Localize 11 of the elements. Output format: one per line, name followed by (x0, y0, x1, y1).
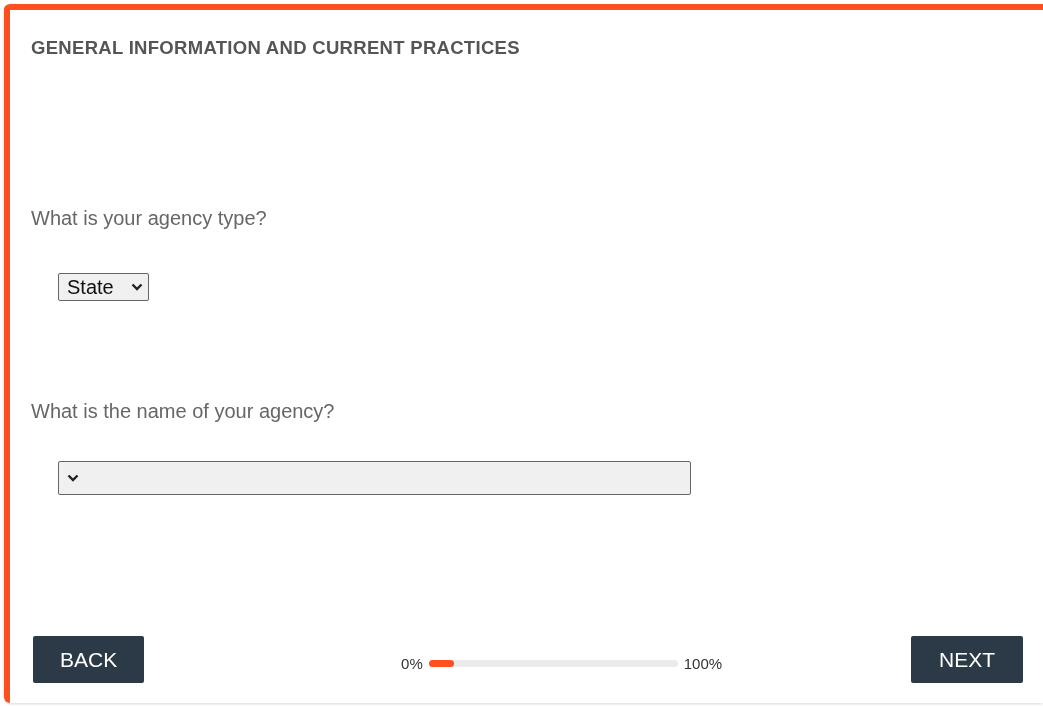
chevron-down-icon (131, 283, 143, 291)
next-button[interactable]: NEXT (910, 636, 1023, 683)
dropdown[interactable] (58, 461, 691, 495)
progress-start-label: 0% (401, 655, 423, 672)
section-title: GENERAL INFORMATION AND CURRENT PRACTICES (31, 37, 521, 59)
dropdown[interactable]: State (58, 273, 149, 301)
question-label: What is your agency type? (31, 207, 268, 230)
question-label: What is the name of your agency? (31, 400, 336, 423)
progress-end-label: 100% (683, 655, 723, 672)
back-button[interactable]: BACK (33, 636, 145, 683)
chevron-down-icon (67, 474, 79, 482)
